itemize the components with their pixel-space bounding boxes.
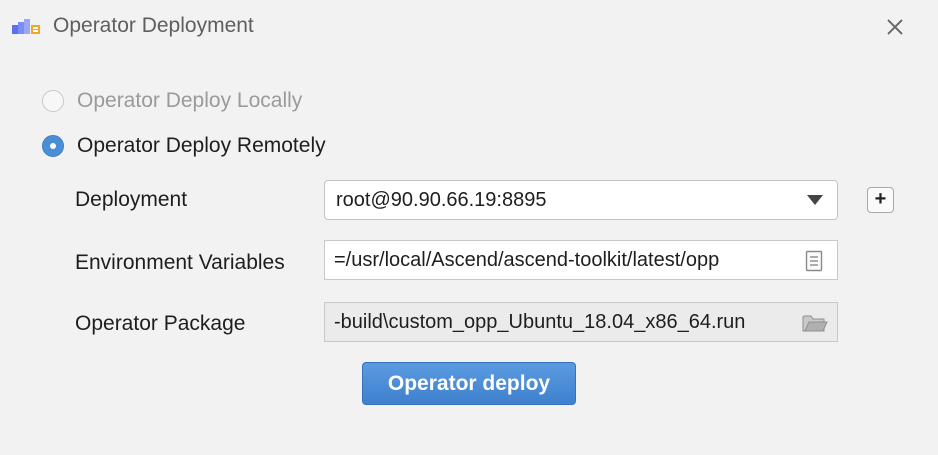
env-vars-value: =/usr/local/Ascend/ascend-toolkit/latest… — [334, 249, 720, 271]
operator-package-field[interactable]: -build\custom_opp_Ubuntu_18.04_x86_64.ru… — [324, 302, 838, 342]
radio-deploy-remotely[interactable]: Operator Deploy Remotely — [42, 131, 326, 161]
operator-package-label: Operator Package — [75, 312, 246, 335]
chevron-down-icon[interactable] — [807, 195, 823, 205]
env-vars-label: Environment Variables — [75, 251, 285, 274]
document-icon[interactable] — [803, 250, 825, 272]
radio-button-checked[interactable] — [42, 135, 64, 157]
deployment-label: Deployment — [75, 188, 188, 211]
deployment-select-value: root@90.90.66.19:8895 — [336, 189, 547, 211]
close-icon[interactable] — [880, 12, 910, 42]
add-deployment-button[interactable]: + — [867, 187, 894, 213]
operator-package-value: -build\custom_opp_Ubuntu_18.04_x86_64.ru… — [334, 311, 746, 333]
deployment-select[interactable]: root@90.90.66.19:8895 — [324, 180, 838, 220]
radio-label-deploy-locally: Operator Deploy Locally — [77, 89, 303, 112]
operator-deployment-dialog: Operator Deployment Operator Deploy Loca… — [0, 0, 938, 455]
radio-deploy-locally[interactable]: Operator Deploy Locally — [42, 86, 302, 116]
env-vars-field[interactable]: =/usr/local/Ascend/ascend-toolkit/latest… — [324, 240, 838, 280]
title-bar: Operator Deployment — [0, 0, 938, 56]
radio-label-deploy-remotely: Operator Deploy Remotely — [77, 134, 326, 157]
operator-deploy-button[interactable]: Operator deploy — [362, 362, 576, 405]
ascend-app-icon — [12, 19, 40, 34]
radio-button-unchecked[interactable] — [42, 90, 64, 112]
window-title: Operator Deployment — [53, 14, 254, 37]
folder-icon[interactable] — [802, 312, 828, 334]
